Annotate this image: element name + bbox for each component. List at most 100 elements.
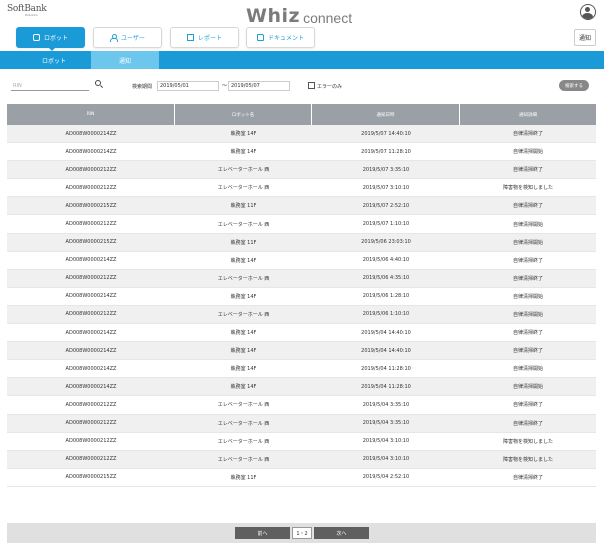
table-row[interactable]: AD008W0000212ZZ エレベーターホール 西 2019/5/06 4:35… (7, 269, 596, 288)
cell-detail: 自律清掃開始 (512, 149, 543, 156)
tab-document[interactable]: ドキュメント (246, 27, 315, 48)
table-row[interactable]: AD008W0000214ZZ 執務室 14F 2019/5/04 14:40:10… (7, 324, 596, 343)
date-to-field[interactable] (228, 81, 290, 91)
cell-datetime: 2019/5/04 11:28:10 (361, 365, 411, 372)
document-icon (256, 34, 264, 41)
cell-datetime: 2019/5/04 3:10:10 (362, 438, 410, 445)
table-row[interactable]: AD008W0000214ZZ 執務室 14F 2019/5/06 1:28:10 自… (7, 288, 596, 306)
filter-bar: 検索期間 ～ エラーのみ 検索する (0, 78, 604, 94)
softbank-logo: SoftBank Robotics (7, 4, 47, 17)
top-bar: SoftBank Robotics Whiz connect (0, 0, 604, 26)
cell-rin: AD008W0000214ZZ (65, 365, 117, 372)
cell-detail: 自律清掃開始 (512, 293, 543, 300)
cell-datetime: 2019/5/07 2:52:10 (362, 202, 410, 209)
prev-page-button[interactable]: 前へ (235, 527, 290, 539)
tab-report[interactable]: レポート (170, 27, 239, 48)
cell-rin: AD008W0000214ZZ (65, 383, 117, 390)
table-row[interactable]: AD008W0000212ZZ エレベーターホール 西 2019/5/07 3:10… (7, 179, 596, 198)
cell-datetime: 2019/5/04 11:28:10 (361, 383, 411, 390)
tab-user-label: ユーザー (121, 35, 145, 42)
table-row[interactable]: AD008W0000212ZZ エレベーターホール 西 2019/5/06 1:10… (7, 305, 596, 325)
subtab-notification[interactable]: 通知 (91, 51, 159, 69)
table-row[interactable]: AD008W0000212ZZ エレベーターホール 西 2019/5/07 3:35… (7, 161, 596, 180)
cell-robot-name: エレベーターホール 西 (217, 185, 270, 192)
table-row[interactable]: AD008W0000215ZZ 執務室 11F 2019/5/06 23:03:10… (7, 233, 596, 252)
cell-detail: 障害物を検知しました (502, 185, 553, 192)
cell-detail: 自律清掃開始 (512, 311, 543, 318)
cell-rin: AD008W0000212ZZ (65, 438, 117, 445)
account-icon[interactable] (580, 4, 596, 20)
date-from-field[interactable] (157, 81, 219, 91)
header-rin[interactable]: RIN (7, 104, 175, 125)
cell-rin: AD008W0000214ZZ (65, 293, 117, 300)
cell-robot-name: 執務室 14F (230, 257, 257, 264)
tab-robot[interactable]: ロボット (16, 27, 85, 51)
cell-detail: 自律清掃終了 (512, 402, 543, 409)
notification-button[interactable]: 通知 (574, 29, 596, 46)
table-row[interactable]: AD008W0000212ZZ エレベーターホール 西 2019/5/04 3:10… (7, 450, 596, 469)
tab-robot-label: ロボット (43, 35, 68, 42)
cell-detail: 自律清掃終了 (512, 330, 543, 337)
cell-datetime: 2019/5/06 23:03:10 (361, 239, 411, 246)
rin-search-input[interactable] (11, 81, 89, 91)
cell-detail: 自律清掃終了 (512, 474, 543, 481)
table-header: RIN ロボット名 通知日時 通知詳細 (7, 104, 596, 125)
table-row[interactable]: AD008W0000212ZZ エレベーターホール 西 2019/5/04 3:35… (7, 414, 596, 433)
cell-rin: AD008W0000212ZZ (65, 401, 117, 408)
cell-detail: 自律清掃終了 (512, 348, 543, 355)
table-body: AD008W0000214ZZ 執務室 14F 2019/5/07 14:40:10… (7, 125, 596, 487)
cell-detail: 自律清掃開始 (512, 239, 543, 246)
cell-rin: AD008W0000212ZZ (65, 166, 117, 173)
cell-detail: 自律清掃開始 (512, 221, 543, 228)
cell-robot-name: 執務室 14F (230, 348, 257, 355)
cell-datetime: 2019/5/06 1:10:10 (362, 311, 410, 318)
table-row[interactable]: AD008W0000212ZZ エレベーターホール 西 2019/5/04 3:10… (7, 433, 596, 451)
logo-sub: connect (303, 10, 353, 26)
whiz-connect-logo: Whiz connect (246, 6, 352, 26)
cell-detail: 障害物を検知しました (502, 456, 553, 463)
cell-detail: 自律清掃開始 (512, 366, 543, 373)
robot-icon (32, 34, 40, 41)
cell-datetime: 2019/5/07 1:10:10 (362, 221, 410, 228)
table-row[interactable]: AD008W0000214ZZ 執務室 14F 2019/5/04 11:28:10… (7, 378, 596, 397)
cell-rin: AD008W0000214ZZ (65, 148, 117, 155)
cell-robot-name: エレベーターホール 西 (217, 438, 270, 445)
tab-document-label: ドキュメント (267, 35, 304, 42)
cell-datetime: 2019/5/04 14:40:10 (361, 329, 411, 336)
cell-detail: 自律清掃終了 (512, 420, 543, 427)
subtab-robot[interactable]: ロボット (20, 51, 88, 69)
search-icon[interactable] (95, 80, 101, 86)
header-detail[interactable]: 通知詳細 (460, 104, 596, 125)
table-row[interactable]: AD008W0000212ZZ エレベーターホール 西 2019/5/04 3:35… (7, 396, 596, 415)
pagination-bar: 前へ 1・2 次へ (7, 523, 596, 543)
cell-robot-name: 執務室 14F (230, 149, 257, 156)
cell-rin: AD008W0000212ZZ (65, 456, 117, 463)
error-only-checkbox[interactable] (308, 82, 315, 89)
search-button[interactable]: 検索する (559, 80, 589, 91)
cell-detail: 自律清掃終了 (512, 257, 543, 264)
cell-rin: AD008W0000215ZZ (65, 474, 117, 481)
tab-report-label: レポート (197, 35, 222, 42)
cell-rin: AD008W0000212ZZ (65, 275, 117, 282)
cell-datetime: 2019/5/07 11:28:10 (361, 148, 411, 155)
table-row[interactable]: AD008W0000214ZZ 執務室 14F 2019/5/04 11:28:10… (7, 360, 596, 379)
cell-datetime: 2019/5/06 4:35:10 (362, 275, 410, 282)
table-row[interactable]: AD008W0000215ZZ 執務室 11F 2019/5/07 2:52:10 自… (7, 197, 596, 216)
header-robot-name[interactable]: ロボット名 (175, 104, 312, 125)
cell-detail: 自律清掃終了 (512, 275, 543, 282)
cell-rin: AD008W0000212ZZ (65, 184, 117, 191)
header-datetime[interactable]: 通知日時 (312, 104, 460, 125)
error-only-label: エラーのみ (317, 84, 343, 90)
table-row[interactable]: AD008W0000214ZZ 執務室 14F 2019/5/07 14:40:10… (7, 125, 596, 144)
next-page-button[interactable]: 次へ (314, 527, 369, 539)
page-indicator[interactable]: 1・2 (292, 527, 312, 539)
table-row[interactable]: AD008W0000215ZZ 執務室 11F 2019/5/04 2:52:10 自… (7, 469, 596, 487)
table-row[interactable]: AD008W0000214ZZ 執務室 14F 2019/5/04 14:40:10… (7, 342, 596, 361)
date-separator: ～ (222, 83, 228, 89)
table-row[interactable]: AD008W0000212ZZ エレベーターホール 西 2019/5/07 1:10… (7, 215, 596, 234)
table-row[interactable]: AD008W0000214ZZ 執務室 14F 2019/5/06 4:40:10 自… (7, 252, 596, 270)
tab-user[interactable]: ユーザー (93, 27, 162, 48)
cell-robot-name: 執務室 11F (230, 239, 257, 246)
sub-nav: ロボット 通知 (0, 51, 604, 69)
table-row[interactable]: AD008W0000214ZZ 執務室 14F 2019/5/07 11:28:10… (7, 143, 596, 162)
